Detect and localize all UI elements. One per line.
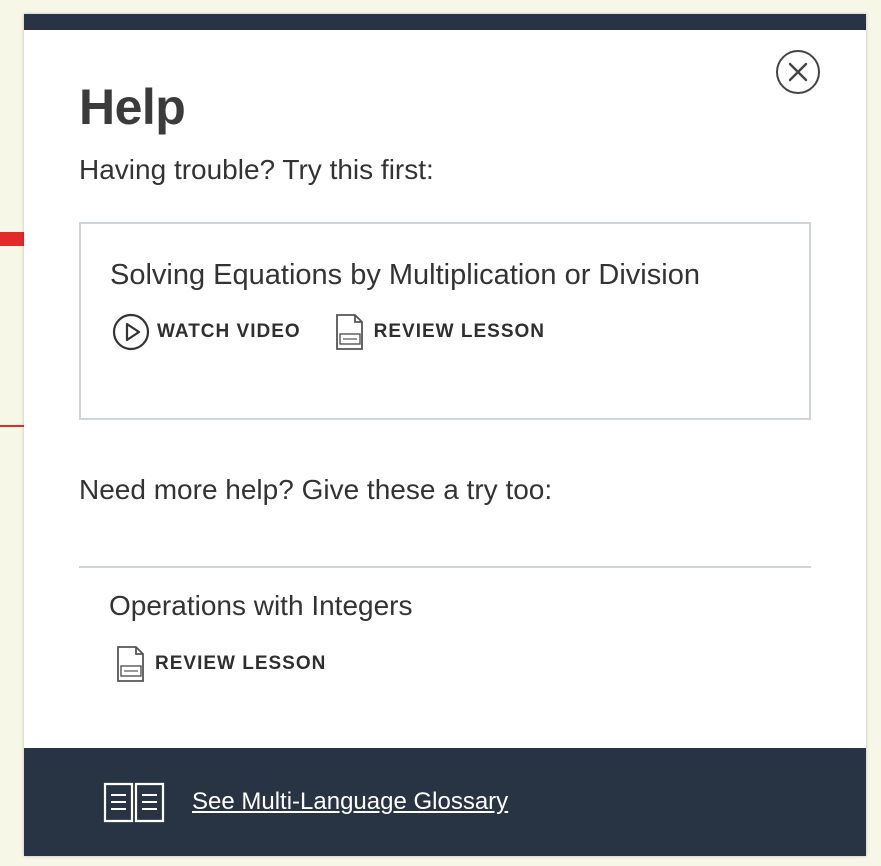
review-lesson-label: REVIEW LESSON [373, 321, 546, 342]
dialog-subtitle: Having trouble? Try this first: [79, 154, 434, 185]
secondary-resource-actions: REVIEW LESSON [112, 644, 356, 684]
pdf-icon [117, 646, 144, 682]
close-button[interactable] [776, 50, 820, 94]
dialog-top-border [24, 14, 866, 30]
background-red-line [0, 425, 24, 427]
section-divider [79, 566, 811, 568]
watch-video-button[interactable]: WATCH VIDEO [112, 313, 301, 351]
background-red-mark [0, 232, 24, 246]
review-lesson-button[interactable]: REVIEW LESSON [331, 312, 545, 352]
secondary-resource-title: Operations with Integers [109, 590, 413, 621]
secondary-review-lesson-label: REVIEW LESSON [155, 653, 327, 674]
pdf-icon [335, 314, 363, 350]
glossary-link[interactable]: See Multi-Language Glossary [192, 788, 508, 816]
help-dialog: Help Having trouble? Try this first: Sol… [24, 14, 866, 856]
close-icon [788, 62, 808, 82]
secondary-review-lesson-button[interactable]: REVIEW LESSON [112, 644, 326, 684]
dialog-footer: See Multi-Language Glossary [24, 748, 866, 856]
primary-resource-title: Solving Equations by Multiplication or D… [110, 259, 700, 291]
primary-resource-actions: WATCH VIDEO REVIEW LESSON [112, 312, 575, 352]
more-help-heading: Need more help? Give these a try too: [79, 474, 553, 505]
watch-video-label: WATCH VIDEO [157, 321, 301, 342]
dialog-title: Help [79, 79, 186, 135]
book-icon [103, 782, 165, 823]
play-icon [112, 313, 150, 351]
primary-resource-card: Solving Equations by Multiplication or D… [79, 222, 811, 420]
